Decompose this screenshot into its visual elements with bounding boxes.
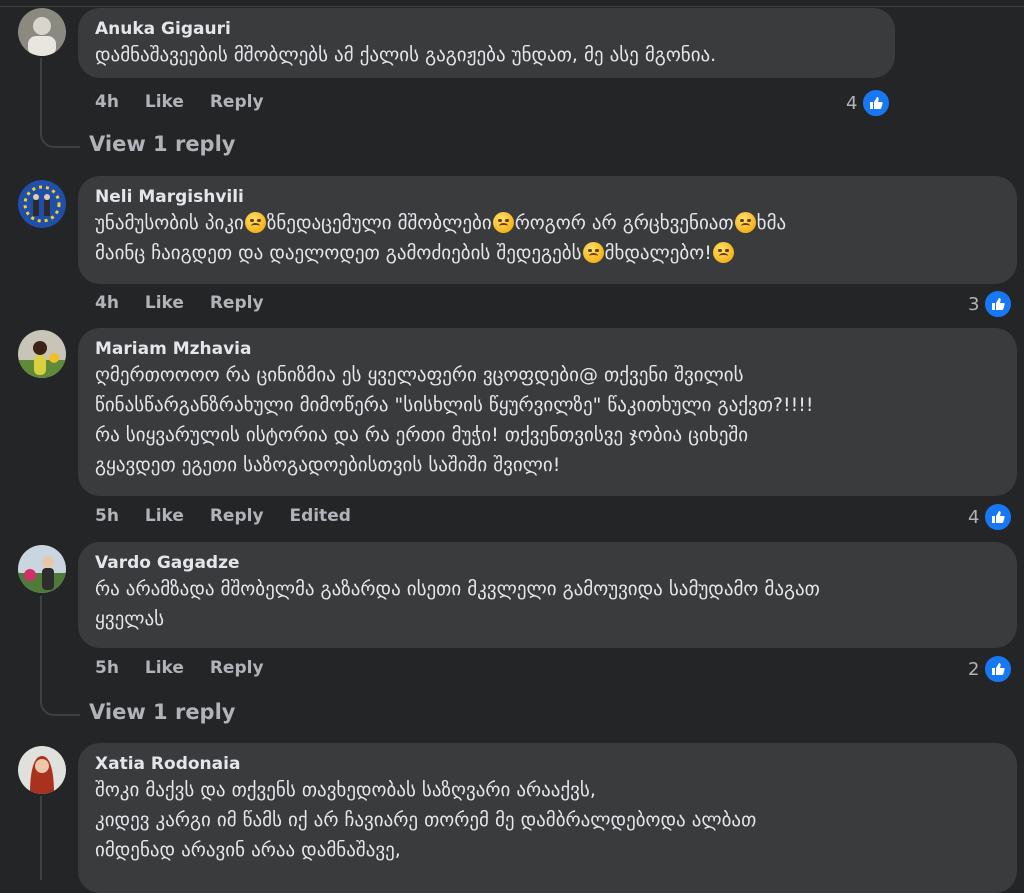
- reaction-count[interactable]: 3: [968, 289, 1014, 319]
- comment-bubble: Neli Margishvili უნამუსობის პიკი ზნედაცემ…: [78, 176, 1017, 284]
- thread-line: [40, 796, 42, 880]
- thumbs-up-icon: [861, 88, 892, 118]
- timestamp[interactable]: 4h: [95, 293, 119, 313]
- reaction-number: 4: [846, 92, 858, 114]
- disappointed-face-icon: [582, 242, 604, 263]
- thread-line: [40, 58, 42, 128]
- comment-text-line: ღმერთოოოო რა ცინიზმია ეს ყველაფერი ვცოფდ…: [95, 364, 744, 386]
- angry-face-icon: [712, 242, 734, 263]
- comment-author[interactable]: Neli Margishvili: [95, 186, 999, 208]
- thumbs-up-icon: [983, 502, 1014, 532]
- timestamp[interactable]: 4h: [95, 92, 119, 112]
- reply-button[interactable]: Reply: [210, 92, 264, 112]
- comment-bubble: Xatia Rodonaia შოკი მაქვს და თქვენს თავხ…: [78, 743, 1017, 893]
- reply-button[interactable]: Reply: [210, 658, 264, 678]
- like-button[interactable]: Like: [145, 92, 184, 112]
- text-segment: ზნედაცემული მშობლები: [266, 212, 492, 234]
- timestamp[interactable]: 5h: [95, 658, 119, 678]
- comment-author[interactable]: Anuka Gigauri: [95, 18, 877, 40]
- avatar[interactable]: [18, 746, 66, 794]
- reaction-number: 4: [968, 506, 980, 528]
- text-segment: უნამუსობის პიკი: [95, 212, 244, 234]
- comment-actions: 5h Like Reply Edited: [95, 506, 371, 526]
- text-segment: ხმა: [756, 212, 787, 234]
- reply-button[interactable]: Reply: [210, 506, 264, 526]
- comment-author[interactable]: Vardo Gagadze: [95, 552, 999, 574]
- like-button[interactable]: Like: [145, 293, 184, 313]
- comment-author[interactable]: Xatia Rodonaia: [95, 753, 999, 775]
- angry-face-icon: [244, 212, 266, 233]
- text-segment: მაინც ჩაიგდეთ და დაელოდეთ გამოძიების შედ…: [95, 242, 582, 264]
- reaction-count[interactable]: 4: [968, 502, 1014, 532]
- comment-text-line: კიდევ კარგი იმ წამს იქ არ ჩავიარე თორემ …: [95, 809, 757, 831]
- comment-text-line: წინასწარგანზრახული მიმოწერა "სისხლის წყუ…: [95, 394, 814, 416]
- reaction-count[interactable]: 4: [846, 88, 892, 118]
- comment-bubble: Vardo Gagadze რა არამზადა მშობელმა გაზარ…: [78, 542, 1017, 648]
- thumbs-up-icon: [983, 654, 1014, 684]
- comment-bubble: Anuka Gigauri დამნაშავეების მშობლებს ამ …: [78, 8, 895, 78]
- view-replies-link[interactable]: View 1 reply: [89, 132, 235, 156]
- like-button[interactable]: Like: [145, 506, 184, 526]
- comment-actions: 5h Like Reply: [95, 658, 284, 678]
- comment-text-line: შოკი მაქვს და თქვენს თავხედობას საზღვარი…: [95, 779, 596, 801]
- comment-text-line: ყველას: [95, 608, 165, 630]
- comment-actions: 4h Like Reply: [95, 92, 284, 112]
- text-segment: როგორ არ გრცხვენიათ: [514, 212, 734, 234]
- thread-curve: [40, 696, 80, 716]
- avatar[interactable]: [18, 8, 66, 56]
- avatar[interactable]: [18, 330, 66, 378]
- reaction-number: 3: [968, 293, 980, 315]
- comment-text-line: იმდენად არავინ არაა დამნაშავე,: [95, 839, 401, 861]
- disappointed-face-icon: [734, 212, 756, 233]
- comment-text: უნამუსობის პიკი ზნედაცემული მშობლები როგორ…: [95, 208, 999, 268]
- edited-label: Edited: [289, 506, 351, 526]
- comment-text-line: გყავდეთ ეგეთი საზოგადოებისთვის საშიში შვ…: [95, 454, 561, 476]
- comment-author[interactable]: Mariam Mzhavia: [95, 338, 999, 360]
- angry-face-icon: [492, 212, 514, 233]
- comment-bubble: Mariam Mzhavia ღმერთოოოო რა ცინიზმია ეს …: [78, 328, 1017, 496]
- thread-line: [40, 596, 42, 696]
- avatar[interactable]: [18, 545, 66, 593]
- comment-actions: 4h Like Reply: [95, 293, 284, 313]
- reaction-number: 2: [968, 658, 980, 680]
- timestamp[interactable]: 5h: [95, 506, 119, 526]
- comment-text-line: რა სიყვარულის ისტორია და რა ერთი მუჭი! თ…: [95, 424, 749, 446]
- thread-curve: [40, 128, 80, 148]
- comment-text: დამნაშავეების მშობლებს ამ ქალის გაგიჟება…: [95, 44, 717, 66]
- text-segment: მხდალებო!: [604, 242, 712, 264]
- top-divider: [0, 6, 1024, 7]
- comment-text-line: რა არამზადა მშობელმა გაზარდა ისეთი მკვლე…: [95, 578, 820, 600]
- thumbs-up-icon: [983, 289, 1014, 319]
- like-button[interactable]: Like: [145, 658, 184, 678]
- reaction-count[interactable]: 2: [968, 654, 1014, 684]
- reply-button[interactable]: Reply: [210, 293, 264, 313]
- avatar[interactable]: [18, 180, 66, 228]
- view-replies-link[interactable]: View 1 reply: [89, 700, 235, 724]
